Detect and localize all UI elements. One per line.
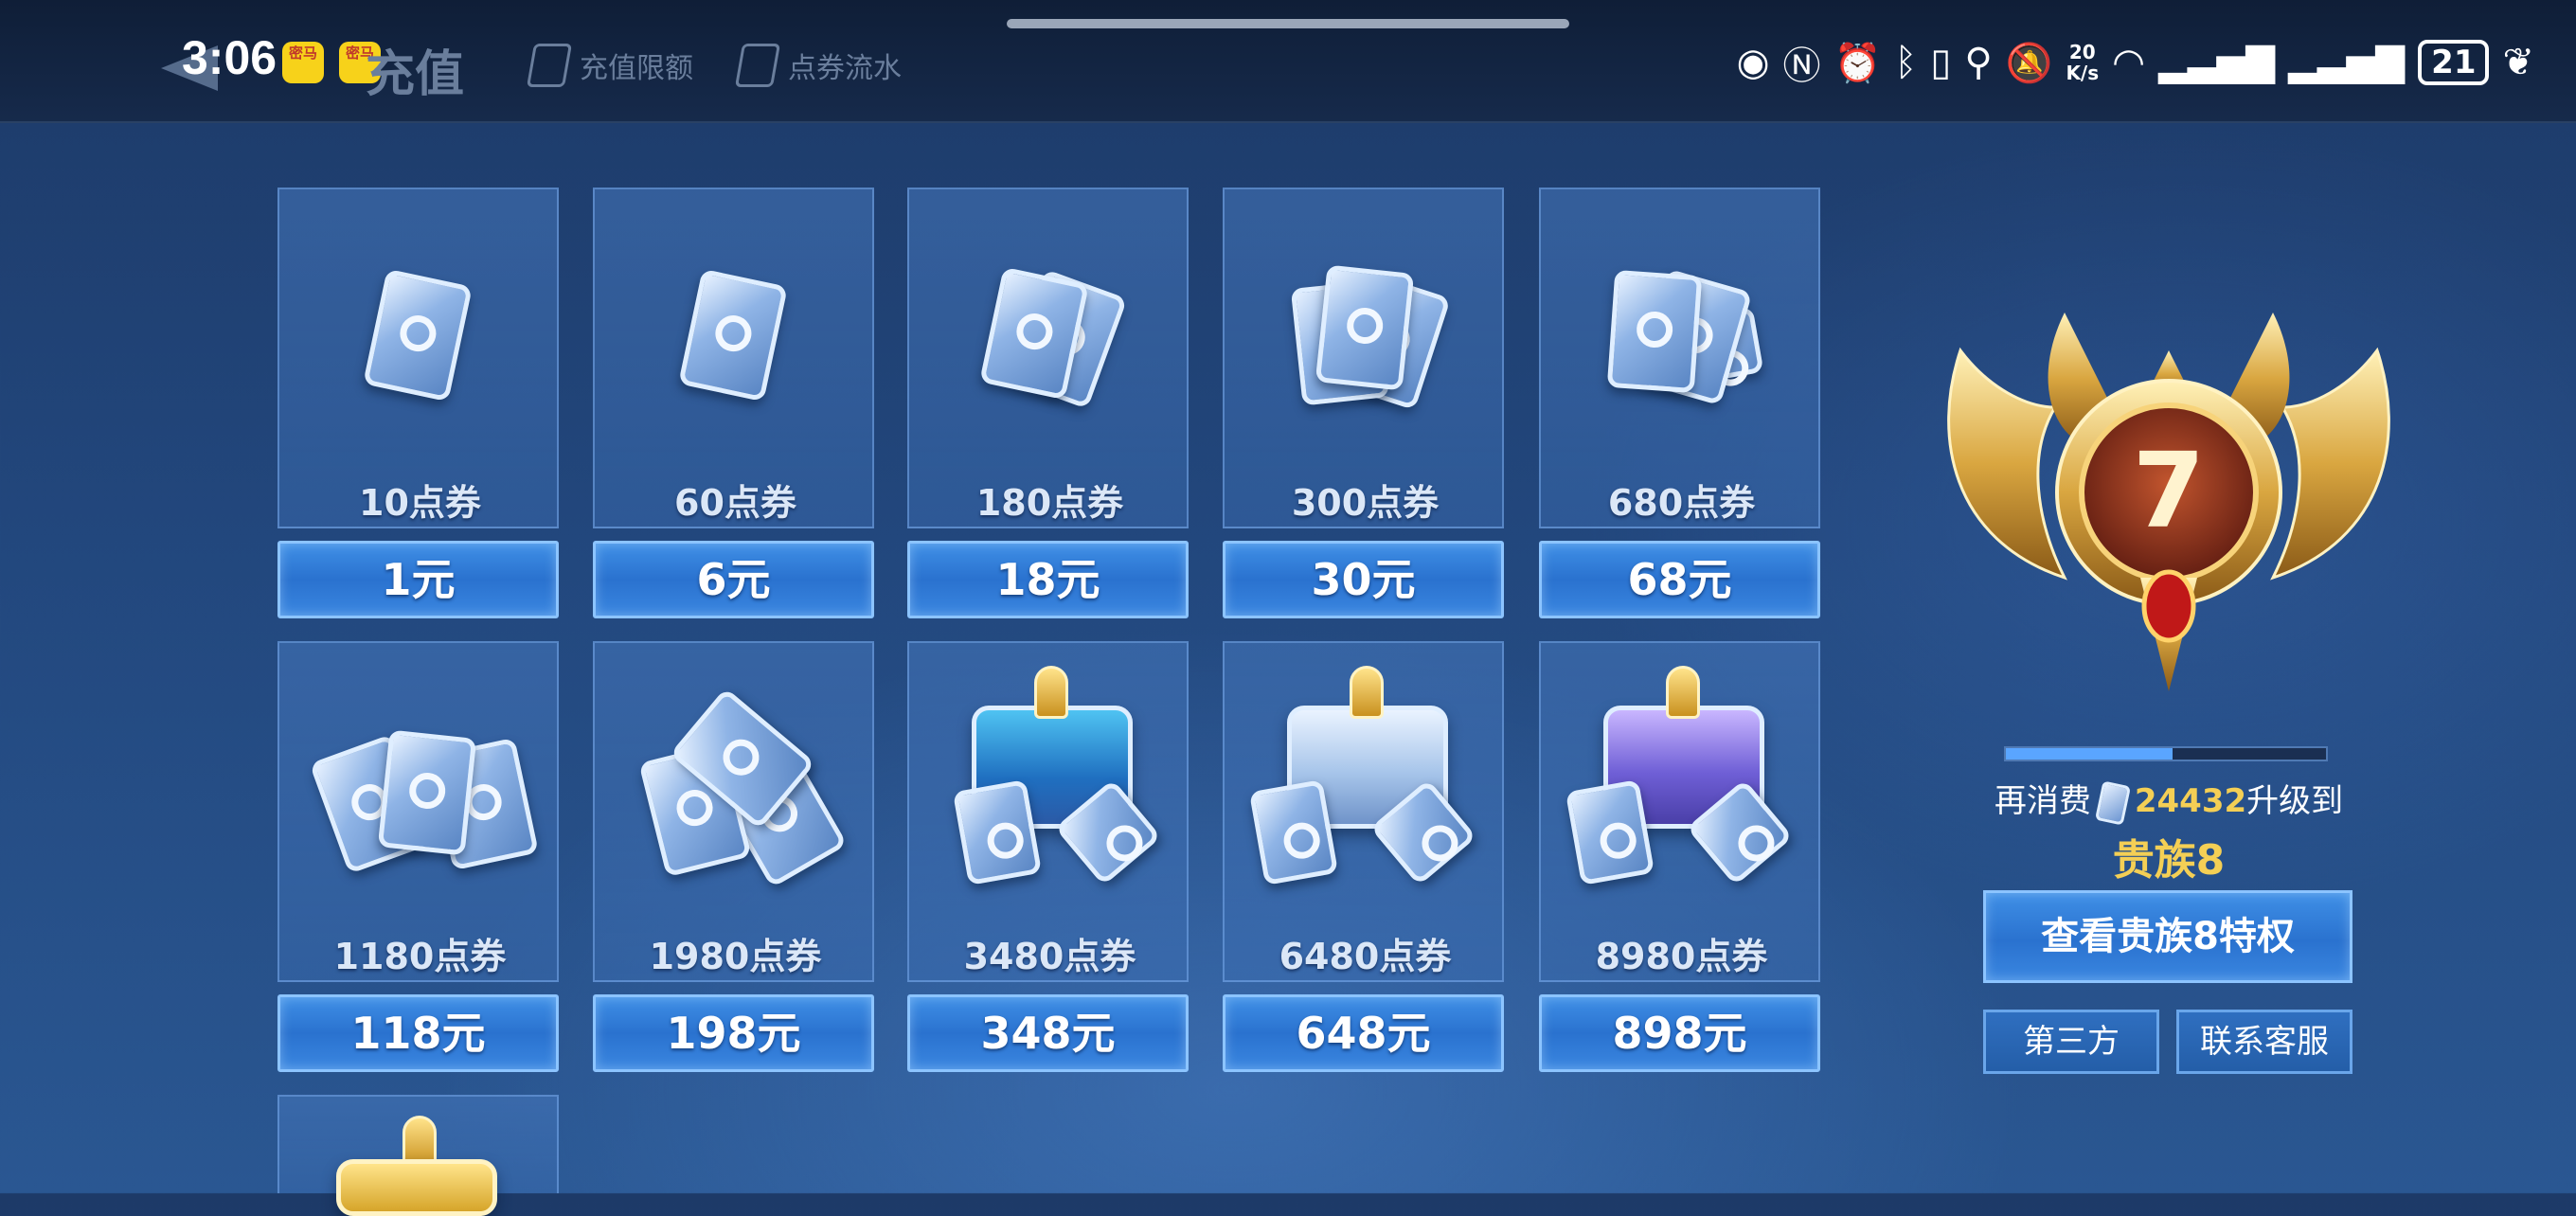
package-amount: 180点券 [975,482,1124,524]
price-button[interactable]: 198元 [593,994,874,1072]
net-speed-value: 20 [2068,41,2096,63]
card-icon [526,44,573,87]
top-bar: 3:06 密马 密马 充值 充值限额 点券流水 ◉ Ⓝ ⏰ ᛒ ▯ ⚲ 🔕 20… [0,0,2576,123]
signal-icon: ▂▃▅▇ [2158,41,2276,84]
package-card[interactable] [277,1095,559,1216]
status-time: 3:06 [182,31,277,84]
package-amount: 300点券 [1291,482,1440,524]
view-privilege-button[interactable]: 查看贵族8特权 [1983,890,2352,983]
net-speed: 20 K/s [2066,42,2099,83]
chest-knob-icon [1350,666,1384,719]
tab-recharge-limit[interactable]: 充值限额 [526,42,693,89]
noble-level-number: 7 [2133,430,2206,551]
price-button[interactable]: 118元 [277,994,559,1072]
chest-knob-icon [1034,666,1068,719]
chest-knob-icon [1666,666,1700,719]
drag-handle[interactable] [1007,19,1569,28]
nfc-icon: Ⓝ [1782,45,1821,88]
mute-icon: 🔕 [2005,41,2053,85]
tab-label: 充值限额 [580,52,693,85]
page-title: 充值 [366,46,465,103]
contact-support-button[interactable]: 联系客服 [2176,1010,2352,1074]
package-card[interactable]: 1980点券 [593,641,874,982]
price-button[interactable]: 898元 [1539,994,1820,1072]
bluetooth-icon: ᛒ [1894,41,1918,84]
app-badge-icon: 密马 [282,42,324,83]
tab-label: 点券流水 [788,52,902,85]
noble-progress-fill [2006,748,2173,760]
wifi-icon: ◠ [2112,41,2146,84]
location-icon: ⚲ [1964,41,1993,84]
coupon-ticket-icon [1606,269,1703,394]
package-card[interactable]: 3480点券 [907,641,1189,982]
coupon-ticket-icon [1315,264,1415,391]
net-speed-unit: K/s [2066,62,2100,84]
third-party-button[interactable]: 第三方 [1983,1010,2159,1074]
noble-progress-bar [2004,746,2328,761]
upgrade-info: 再消费 24432升级到 [1989,775,2349,826]
tab-coupon-ledger[interactable]: 点券流水 [734,42,902,89]
package-amount: 1180点券 [333,936,507,977]
package-card[interactable]: 680点券 [1539,188,1820,528]
price-button[interactable]: 648元 [1223,994,1504,1072]
signal-icon: ▂▃▅▇ [2288,41,2406,84]
package-amount: 10点券 [359,482,481,524]
package-card[interactable]: 60点券 [593,188,874,528]
price-button[interactable]: 18元 [907,541,1189,618]
leaf-icon: ❦ [2502,41,2534,84]
package-card[interactable]: 180点券 [907,188,1189,528]
battery-icon: 21 [2418,40,2490,85]
package-amount: 680点券 [1607,482,1756,524]
coupon-ticket-icon [377,729,477,856]
package-card[interactable]: 8980点券 [1539,641,1820,982]
price-button[interactable]: 30元 [1223,541,1504,618]
package-card[interactable]: 10点券 [277,188,559,528]
package-amount: 3480点券 [963,936,1136,977]
package-amount: 1980点券 [649,936,822,977]
price-button[interactable]: 348元 [907,994,1189,1072]
eye-icon: ◉ [1736,41,1770,84]
alarm-icon: ⏰ [1834,41,1882,85]
package-card[interactable]: 6480点券 [1223,641,1504,982]
treasure-chest-icon [336,1159,497,1216]
package-card[interactable]: 1180点券 [277,641,559,982]
next-noble-level: 贵族8 [2112,836,2226,885]
upgrade-suffix: 升级到 [2246,782,2344,820]
package-amount: 60点券 [674,482,796,524]
coupon-ticket-icon [363,268,473,402]
price-button[interactable]: 1元 [277,541,559,618]
status-icons: ◉ Ⓝ ⏰ ᛒ ▯ ⚲ 🔕 20 K/s ◠ ▂▃▅▇ ▂▃▅▇ 21 ❦ [1737,36,2534,89]
package-amount: 8980点券 [1595,936,1768,977]
package-card[interactable]: 300点券 [1223,188,1504,528]
coupon-ticket-icon [2094,779,2131,826]
price-button[interactable]: 6元 [593,541,874,618]
ledger-icon [734,44,781,87]
remaining-amount: 24432 [2134,782,2247,820]
upgrade-prefix: 再消费 [1994,782,2091,820]
vibrate-icon: ▯ [1930,41,1952,84]
coupon-ticket-icon [678,268,788,402]
package-amount: 6480点券 [1279,936,1452,977]
price-button[interactable]: 68元 [1539,541,1820,618]
noble-emblem-icon: 7 [1947,313,2390,691]
